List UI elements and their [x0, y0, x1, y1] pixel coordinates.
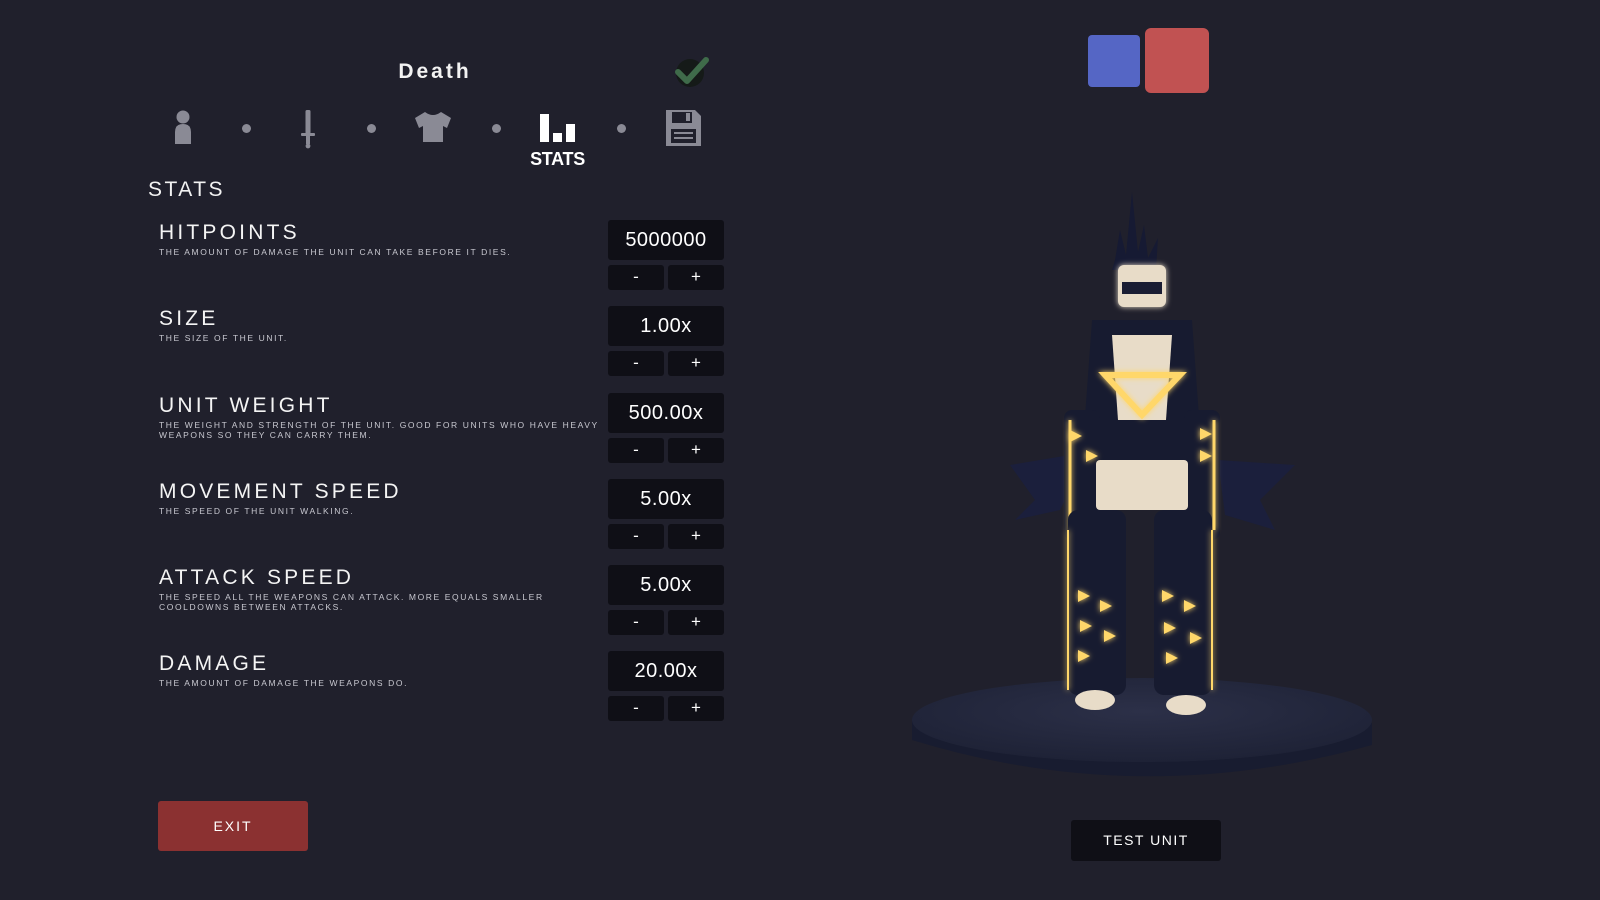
stat-description: THE AMOUNT OF DAMAGE THE UNIT CAN TAKE B… — [159, 247, 512, 257]
stat-row-attack-speed: ATTACK SPEED THE SPEED ALL THE WEAPONS C… — [0, 565, 740, 656]
stat-name: DAMAGE — [159, 652, 270, 675]
stat-name: UNIT WEIGHT — [159, 394, 333, 417]
stat-row-unit-weight: UNIT WEIGHT THE WEIGHT AND STRENGTH OF T… — [0, 393, 740, 484]
shirt-icon[interactable] — [403, 100, 463, 160]
unit-preview[interactable] — [900, 170, 1380, 800]
person-icon[interactable] — [153, 100, 213, 160]
step-separator — [242, 124, 251, 133]
decrease-button[interactable]: - — [608, 696, 664, 721]
stat-description: THE SPEED ALL THE WEAPONS CAN ATTACK. MO… — [159, 592, 544, 612]
decrease-button[interactable]: - — [608, 524, 664, 549]
decrease-button[interactable]: - — [608, 610, 664, 635]
stat-name: SIZE — [159, 307, 219, 330]
stat-value-field[interactable]: 5000000 — [608, 220, 724, 260]
increase-button[interactable]: + — [668, 696, 724, 721]
stat-value-field[interactable]: 1.00x — [608, 306, 724, 346]
stat-row-size: SIZE THE SIZE OF THE UNIT. 1.00x - + — [0, 306, 740, 397]
step-separator — [367, 124, 376, 133]
decrease-button[interactable]: - — [608, 351, 664, 376]
increase-button[interactable]: + — [668, 438, 724, 463]
stat-name: ATTACK SPEED — [159, 566, 355, 589]
save-icon[interactable] — [653, 100, 713, 160]
team-red-swatch[interactable] — [1145, 28, 1209, 93]
sword-icon[interactable] — [278, 100, 338, 160]
stat-value-field[interactable]: 5.00x — [608, 565, 724, 605]
increase-button[interactable]: + — [668, 610, 724, 635]
step-separator — [492, 124, 501, 133]
stat-row-hitpoints: HITPOINTS THE AMOUNT OF DAMAGE THE UNIT … — [0, 220, 740, 311]
stat-description: THE SPEED OF THE UNIT WALKING. — [159, 506, 355, 516]
exit-button[interactable]: EXIT — [158, 801, 308, 851]
increase-button[interactable]: + — [668, 524, 724, 549]
test-unit-button[interactable]: TEST UNIT — [1071, 820, 1221, 861]
stat-row-movement-speed: MOVEMENT SPEED THE SPEED OF THE UNIT WAL… — [0, 479, 740, 570]
increase-button[interactable]: + — [668, 265, 724, 290]
section-title: STATS — [148, 178, 226, 201]
increase-button[interactable]: + — [668, 351, 724, 376]
stat-value-field[interactable]: 5.00x — [608, 479, 724, 519]
check-icon[interactable] — [672, 54, 712, 90]
active-step-label: STATS — [530, 149, 585, 169]
stat-description: THE SIZE OF THE UNIT. — [159, 333, 288, 343]
stat-value-field[interactable]: 20.00x — [608, 651, 724, 691]
stat-description: THE WEIGHT AND STRENGTH OF THE UNIT. GOO… — [159, 420, 599, 440]
team-blue-swatch[interactable] — [1088, 35, 1140, 87]
decrease-button[interactable]: - — [608, 265, 664, 290]
stat-name: HITPOINTS — [159, 221, 300, 244]
step-separator — [617, 124, 626, 133]
stat-value-field[interactable]: 500.00x — [608, 393, 724, 433]
decrease-button[interactable]: - — [608, 438, 664, 463]
stat-description: THE AMOUNT OF DAMAGE THE WEAPONS DO. — [159, 678, 409, 688]
stat-row-damage: DAMAGE THE AMOUNT OF DAMAGE THE WEAPONS … — [0, 651, 740, 742]
unit-name: Death — [398, 60, 472, 83]
stat-name: MOVEMENT SPEED — [159, 480, 402, 503]
